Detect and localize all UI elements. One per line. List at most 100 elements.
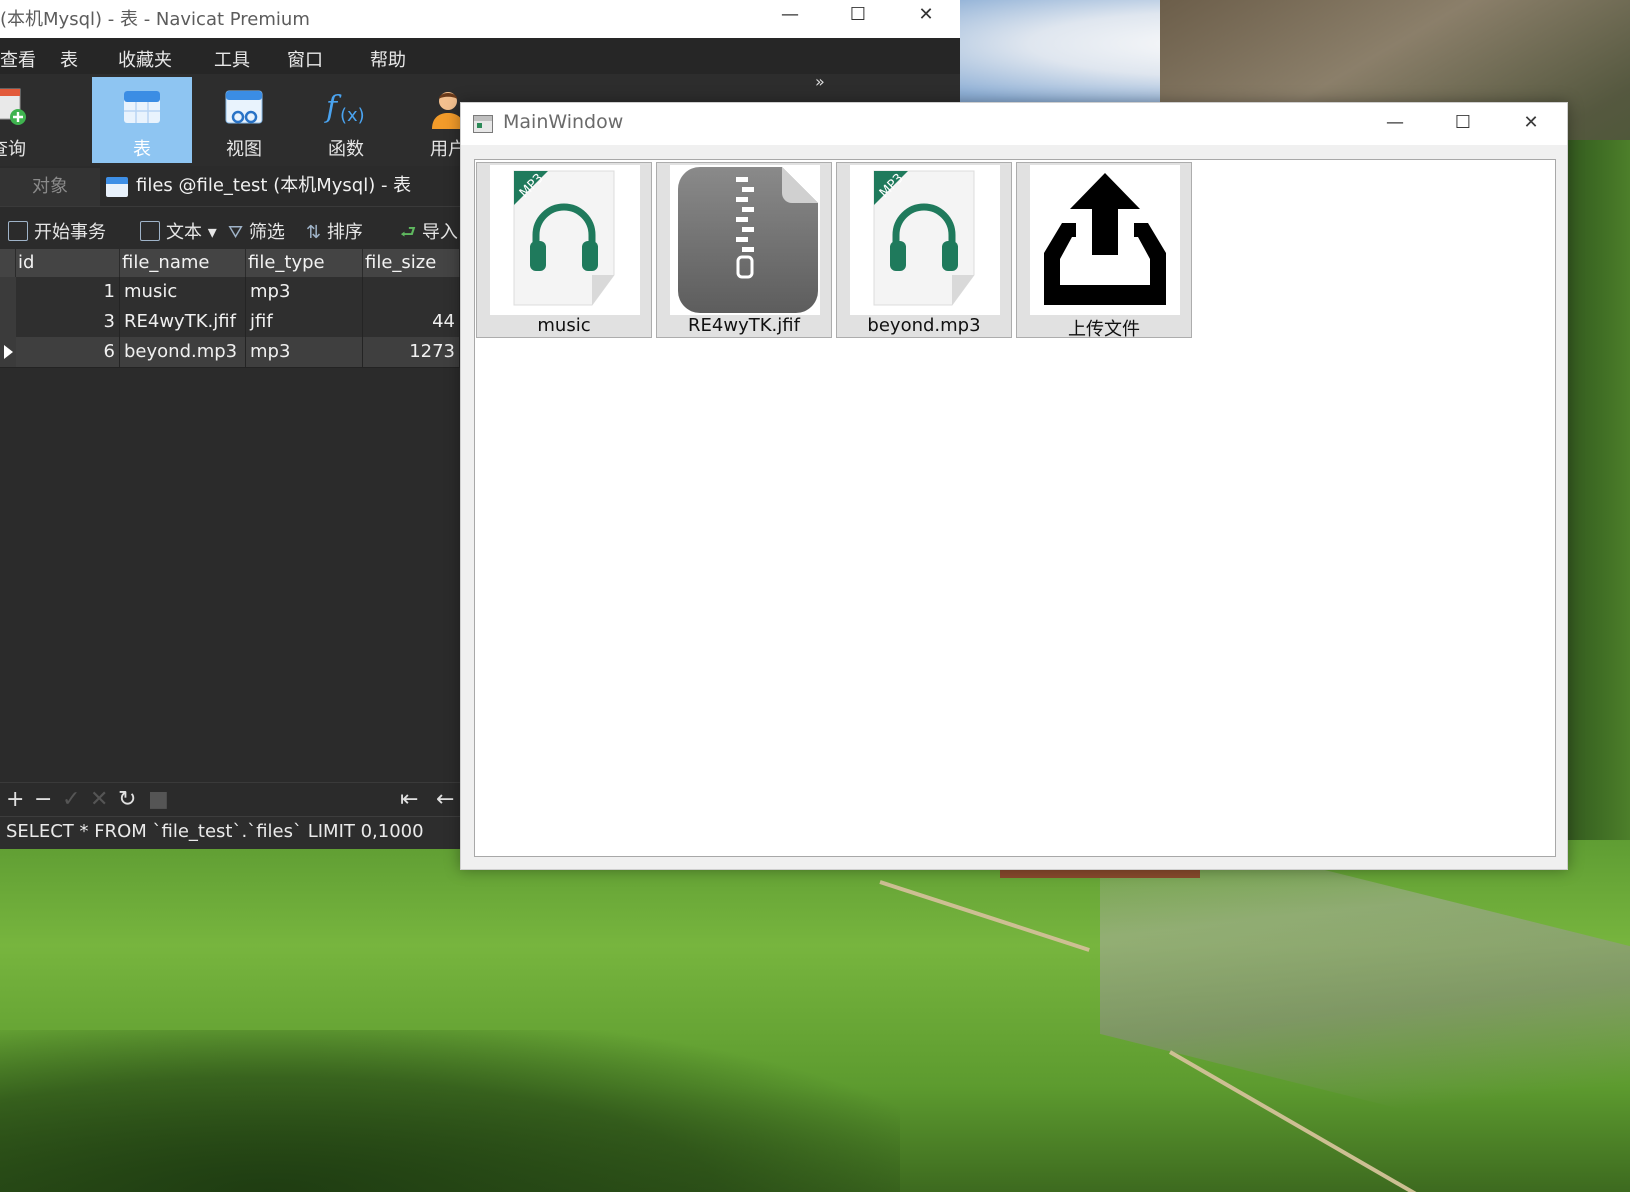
file-grid-area: MP3 music RE4wyTK.jfif MP3 beyond.mp3 上传… <box>474 159 1556 857</box>
close-button[interactable]: ✕ <box>892 0 960 32</box>
toolbar-view-label: 视图 <box>226 139 262 160</box>
stop-button[interactable]: ■ <box>148 787 169 812</box>
toolbar-more-button[interactable]: » <box>815 72 825 91</box>
file-name-label: beyond.mp3 <box>867 315 981 336</box>
column-header-id[interactable]: id <box>16 249 120 277</box>
table-row[interactable]: 3 RE4wyTK.jfif jfif 44 <box>0 307 460 338</box>
toolbar-function-label: 函数 <box>328 139 364 160</box>
table-row[interactable]: 1 music mp3 <box>0 277 460 308</box>
mp3-headphones-icon: MP3 <box>513 170 615 306</box>
first-record-button[interactable]: ⇤ <box>400 787 418 812</box>
wallpaper-shadow <box>0 1030 900 1192</box>
cell-file-type[interactable]: mp3 <box>246 277 363 307</box>
grid-navigation-bar: + − ✓ ✕ ↻ ■ ⇤ ← <box>0 782 460 817</box>
sort-label: 排序 <box>326 222 363 243</box>
funnel-icon: ⛛ <box>228 222 249 243</box>
menu-favorites[interactable]: 收藏夹 <box>118 46 172 72</box>
delete-record-button[interactable]: − <box>34 787 52 812</box>
file-button-beyond[interactable]: MP3 beyond.mp3 <box>836 162 1012 338</box>
mp3-headphones-icon: MP3 <box>873 170 975 306</box>
tab-objects[interactable]: 对象 <box>0 168 100 206</box>
row-marker[interactable] <box>0 277 16 307</box>
view-icon <box>225 90 263 124</box>
tab-files-label: files @file_test (本机Mysql) - 表 <box>136 175 412 196</box>
column-header-file-name[interactable]: file_name <box>120 249 246 277</box>
cell-file-size[interactable] <box>363 277 460 307</box>
column-header-file-size[interactable]: file_size <box>363 249 460 277</box>
file-button-music[interactable]: MP3 music <box>476 162 652 338</box>
cell-file-type[interactable]: mp3 <box>246 337 363 367</box>
navicat-titlebar: (本机Mysql) - 表 - Navicat Premium — ☐ ✕ <box>0 0 960 38</box>
navicat-window-title: (本机Mysql) - 表 - Navicat Premium <box>0 9 310 30</box>
maximize-button[interactable]: ☐ <box>824 0 892 32</box>
menu-window[interactable]: 窗口 <box>287 46 323 72</box>
status-bar: SELECT * FROM `file_test`.`files` LIMIT … <box>0 816 460 849</box>
file-name-label: 上传文件 <box>1068 319 1140 340</box>
file-thumbnail: MP3 <box>850 165 1000 315</box>
refresh-button[interactable]: ↻ <box>118 787 136 812</box>
menu-tools[interactable]: 工具 <box>214 46 250 72</box>
cell-id[interactable]: 3 <box>16 307 120 337</box>
discard-changes-button[interactable]: ✕ <box>90 787 108 812</box>
upload-icon <box>1044 173 1166 305</box>
main-window-minimize-button[interactable]: — <box>1361 107 1429 141</box>
main-window-titlebar: MainWindow — ☐ ✕ <box>461 103 1567 145</box>
file-name-label: music <box>537 315 591 336</box>
tab-files-table[interactable]: files @file_test (本机Mysql) - 表 <box>106 168 411 206</box>
add-record-button[interactable]: + <box>6 787 24 812</box>
toolbar-query-button[interactable]: 查询 <box>0 77 58 163</box>
grid-header: id file_name file_type file_size <box>0 249 460 277</box>
cell-file-type[interactable]: jfif <box>246 307 363 337</box>
app-icon <box>473 115 493 133</box>
filter-button[interactable]: ⛛ 筛选 <box>228 218 285 244</box>
toolbar-view-button[interactable]: 视图 <box>194 77 294 163</box>
menu-help[interactable]: 帮助 <box>370 46 406 72</box>
main-window: MainWindow — ☐ ✕ MP3 music RE4wyTK.jfif … <box>460 102 1568 870</box>
sql-statement: SELECT * FROM `file_test`.`files` LIMIT … <box>6 821 424 842</box>
document-icon <box>140 221 160 241</box>
main-window-maximize-button[interactable]: ☐ <box>1429 107 1497 141</box>
minimize-button[interactable]: — <box>756 0 824 32</box>
import-label: 导入 <box>421 222 458 243</box>
function-icon: f (x) <box>324 90 365 126</box>
cell-file-name[interactable]: music <box>120 277 246 307</box>
menu-table[interactable]: 表 <box>60 46 78 72</box>
file-thumbnail <box>670 165 820 315</box>
main-window-close-button[interactable]: ✕ <box>1497 107 1565 141</box>
table-icon <box>124 91 160 123</box>
sort-icon: ⇅ <box>306 222 327 243</box>
toolbar-table-button[interactable]: 表 <box>92 77 192 163</box>
row-header-corner <box>0 249 16 277</box>
row-marker[interactable] <box>0 337 16 367</box>
import-icon: ⮐ <box>400 222 422 243</box>
table-row-selected[interactable]: 6 beyond.mp3 mp3 1273 <box>0 337 460 368</box>
sort-button[interactable]: ⇅ 排序 <box>306 218 363 244</box>
text-view-button[interactable]: 文本 ▾ <box>140 218 217 244</box>
cell-file-size[interactable]: 1273 <box>363 337 460 367</box>
toolbar-table-label: 表 <box>133 139 151 160</box>
row-marker[interactable] <box>0 307 16 337</box>
cell-id[interactable]: 1 <box>16 277 120 307</box>
cell-id[interactable]: 6 <box>16 337 120 367</box>
table-tab-icon <box>106 177 128 197</box>
cell-file-name[interactable]: beyond.mp3 <box>120 337 246 367</box>
file-button-re4wytk[interactable]: RE4wyTK.jfif <box>656 162 832 338</box>
main-window-title: MainWindow <box>503 111 624 133</box>
cell-file-name[interactable]: RE4wyTK.jfif <box>120 307 246 337</box>
toolbar-function-button[interactable]: f (x) 函数 <box>296 77 396 163</box>
begin-transaction-label: 开始事务 <box>34 222 106 243</box>
upload-file-button[interactable]: 上传文件 <box>1016 162 1192 340</box>
column-header-file-type[interactable]: file_type <box>246 249 363 277</box>
previous-record-button[interactable]: ← <box>436 787 454 812</box>
menu-view[interactable]: 查看 <box>0 46 36 72</box>
import-button[interactable]: ⮐ 导入 <box>400 218 458 250</box>
text-view-label: 文本 <box>166 222 202 243</box>
filter-label: 筛选 <box>248 222 285 243</box>
current-row-arrow-icon <box>4 345 13 359</box>
toolbar-query-label: 查询 <box>0 139 26 160</box>
file-name-label: RE4wyTK.jfif <box>688 315 800 336</box>
begin-transaction-button[interactable]: 开始事务 <box>8 218 106 244</box>
zip-file-icon <box>678 167 818 313</box>
cell-file-size[interactable]: 44 <box>363 307 460 337</box>
apply-changes-button[interactable]: ✓ <box>62 787 80 812</box>
